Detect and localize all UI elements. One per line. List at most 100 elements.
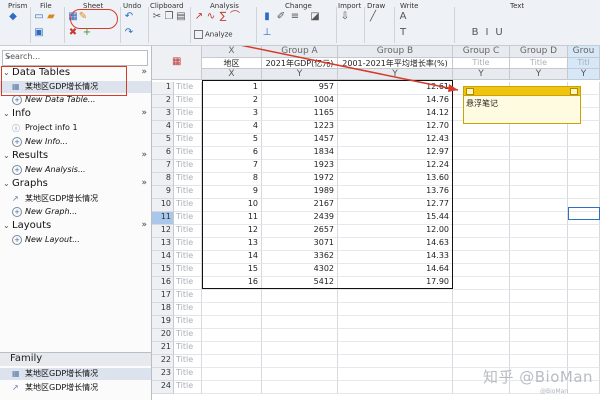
cell-group-c[interactable]: [453, 277, 510, 290]
cell-group-c[interactable]: [453, 316, 510, 329]
cell-group-b[interactable]: 14.63: [338, 238, 453, 251]
row-title-cell[interactable]: Title: [174, 186, 202, 199]
cell-group-a[interactable]: 1457: [262, 134, 338, 147]
cell-group-a[interactable]: 1223: [262, 121, 338, 134]
bold-icon[interactable]: B: [470, 28, 480, 38]
row-number[interactable]: 1: [152, 82, 174, 95]
row-title-cell[interactable]: Title: [174, 108, 202, 121]
pen-icon[interactable]: ✐: [276, 12, 286, 22]
cell-group-a[interactable]: 1165: [262, 108, 338, 121]
cell-group-a[interactable]: 1923: [262, 160, 338, 173]
cell-group-b[interactable]: 12.24: [338, 160, 453, 173]
cell-group-d[interactable]: [510, 238, 568, 251]
floating-note[interactable]: 悬浮笔记: [463, 86, 581, 124]
row-title-cell[interactable]: Title: [174, 342, 202, 355]
cell-group-a[interactable]: [262, 329, 338, 342]
col-group-e-subtitle[interactable]: Titl: [568, 58, 600, 69]
cell-group-a[interactable]: 4302: [262, 264, 338, 277]
col-x-letter[interactable]: X: [202, 69, 262, 80]
cell-group-d[interactable]: [510, 199, 568, 212]
sheet-corner[interactable]: ▦: [152, 46, 202, 80]
row-number[interactable]: 20: [152, 329, 174, 342]
row-number[interactable]: 14: [152, 251, 174, 264]
cell-group-a[interactable]: 957: [262, 82, 338, 95]
cell-group-c[interactable]: [453, 186, 510, 199]
cell-group-a[interactable]: [262, 290, 338, 303]
cell-group-d[interactable]: [510, 134, 568, 147]
section-layouts[interactable]: ⌄ Layouts »: [0, 220, 151, 233]
cell-group-c[interactable]: [453, 160, 510, 173]
cell-group-d[interactable]: [510, 212, 568, 225]
cell-group-b[interactable]: 12.77: [338, 199, 453, 212]
cell-group-b[interactable]: [338, 303, 453, 316]
col-group-c-letter[interactable]: Y: [453, 69, 510, 80]
row-number[interactable]: 23: [152, 368, 174, 381]
expand-icon[interactable]: »: [141, 67, 147, 77]
cell-x[interactable]: 16: [202, 277, 262, 290]
cell-group-e[interactable]: [568, 134, 600, 147]
row-title-cell[interactable]: Title: [174, 251, 202, 264]
cell-group-e[interactable]: [568, 225, 600, 238]
row-number[interactable]: 16: [152, 277, 174, 290]
cell-group-b[interactable]: 17.90: [338, 277, 453, 290]
cell-group-d[interactable]: [510, 225, 568, 238]
row-title-cell[interactable]: Title: [174, 303, 202, 316]
cell-group-c[interactable]: [453, 134, 510, 147]
analysis-chart-icon[interactable]: ↗: [194, 12, 204, 22]
col-group-a-title[interactable]: Group A: [262, 46, 338, 58]
cell-x[interactable]: [202, 303, 262, 316]
cell-group-c[interactable]: [453, 264, 510, 277]
cell-group-d[interactable]: [510, 264, 568, 277]
row-number[interactable]: 7: [152, 160, 174, 173]
chevron-down-icon[interactable]: ⌄: [3, 221, 10, 230]
cell-group-b[interactable]: 13.60: [338, 173, 453, 186]
cell-x[interactable]: [202, 316, 262, 329]
row-number[interactable]: 13: [152, 238, 174, 251]
col-group-c-subtitle[interactable]: Title: [453, 58, 510, 69]
chevron-down-icon[interactable]: ⌄: [3, 179, 10, 188]
cell-group-e[interactable]: [568, 316, 600, 329]
cell-x[interactable]: 13: [202, 238, 262, 251]
cell-group-b[interactable]: [338, 342, 453, 355]
chevron-down-icon[interactable]: ⌄: [3, 109, 10, 118]
cell-group-b[interactable]: [338, 316, 453, 329]
row-title-cell[interactable]: Title: [174, 368, 202, 381]
cell-group-c[interactable]: [453, 238, 510, 251]
row-number[interactable]: 21: [152, 342, 174, 355]
cell-x[interactable]: 15: [202, 264, 262, 277]
cell-x[interactable]: 1: [202, 82, 262, 95]
row-title-cell[interactable]: Title: [174, 134, 202, 147]
cell-group-e[interactable]: [568, 186, 600, 199]
cell-group-c[interactable]: [453, 212, 510, 225]
cell-group-e[interactable]: [568, 277, 600, 290]
cell-x[interactable]: 3: [202, 108, 262, 121]
draw-icon[interactable]: ╱: [368, 12, 378, 22]
paste-icon[interactable]: ▤: [176, 12, 186, 22]
cell-group-b[interactable]: 14.76: [338, 95, 453, 108]
row-title-cell[interactable]: Title: [174, 121, 202, 134]
text-a-icon[interactable]: A: [398, 12, 408, 22]
undo-icon[interactable]: ↶: [124, 12, 134, 22]
expand-icon[interactable]: »: [141, 178, 147, 188]
row-title-cell[interactable]: Title: [174, 277, 202, 290]
open-folder-icon[interactable]: ▰: [46, 12, 56, 22]
cell-group-d[interactable]: [510, 303, 568, 316]
cell-x[interactable]: [202, 355, 262, 368]
delete-sheet-icon[interactable]: ✖: [68, 28, 78, 38]
cell-group-a[interactable]: [262, 342, 338, 355]
floating-note-text[interactable]: 悬浮笔记: [464, 96, 580, 111]
cell-x[interactable]: 5: [202, 134, 262, 147]
analysis-stat-icon[interactable]: ∑: [218, 12, 228, 22]
cell-group-a[interactable]: 5412: [262, 277, 338, 290]
cell-group-e[interactable]: [568, 147, 600, 160]
cell-group-e[interactable]: [568, 173, 600, 186]
analysis-fit-icon[interactable]: ⌒: [230, 12, 240, 22]
row-title-cell[interactable]: Title: [174, 225, 202, 238]
row-title-cell[interactable]: Title: [174, 199, 202, 212]
col-group-a-letter[interactable]: Y: [262, 69, 338, 80]
analyze-button[interactable]: Analyze: [194, 30, 233, 39]
cell-group-e[interactable]: [568, 342, 600, 355]
cell-x[interactable]: 11: [202, 212, 262, 225]
col-group-d-title[interactable]: Group D: [510, 46, 568, 58]
row-title-cell[interactable]: Title: [174, 212, 202, 225]
